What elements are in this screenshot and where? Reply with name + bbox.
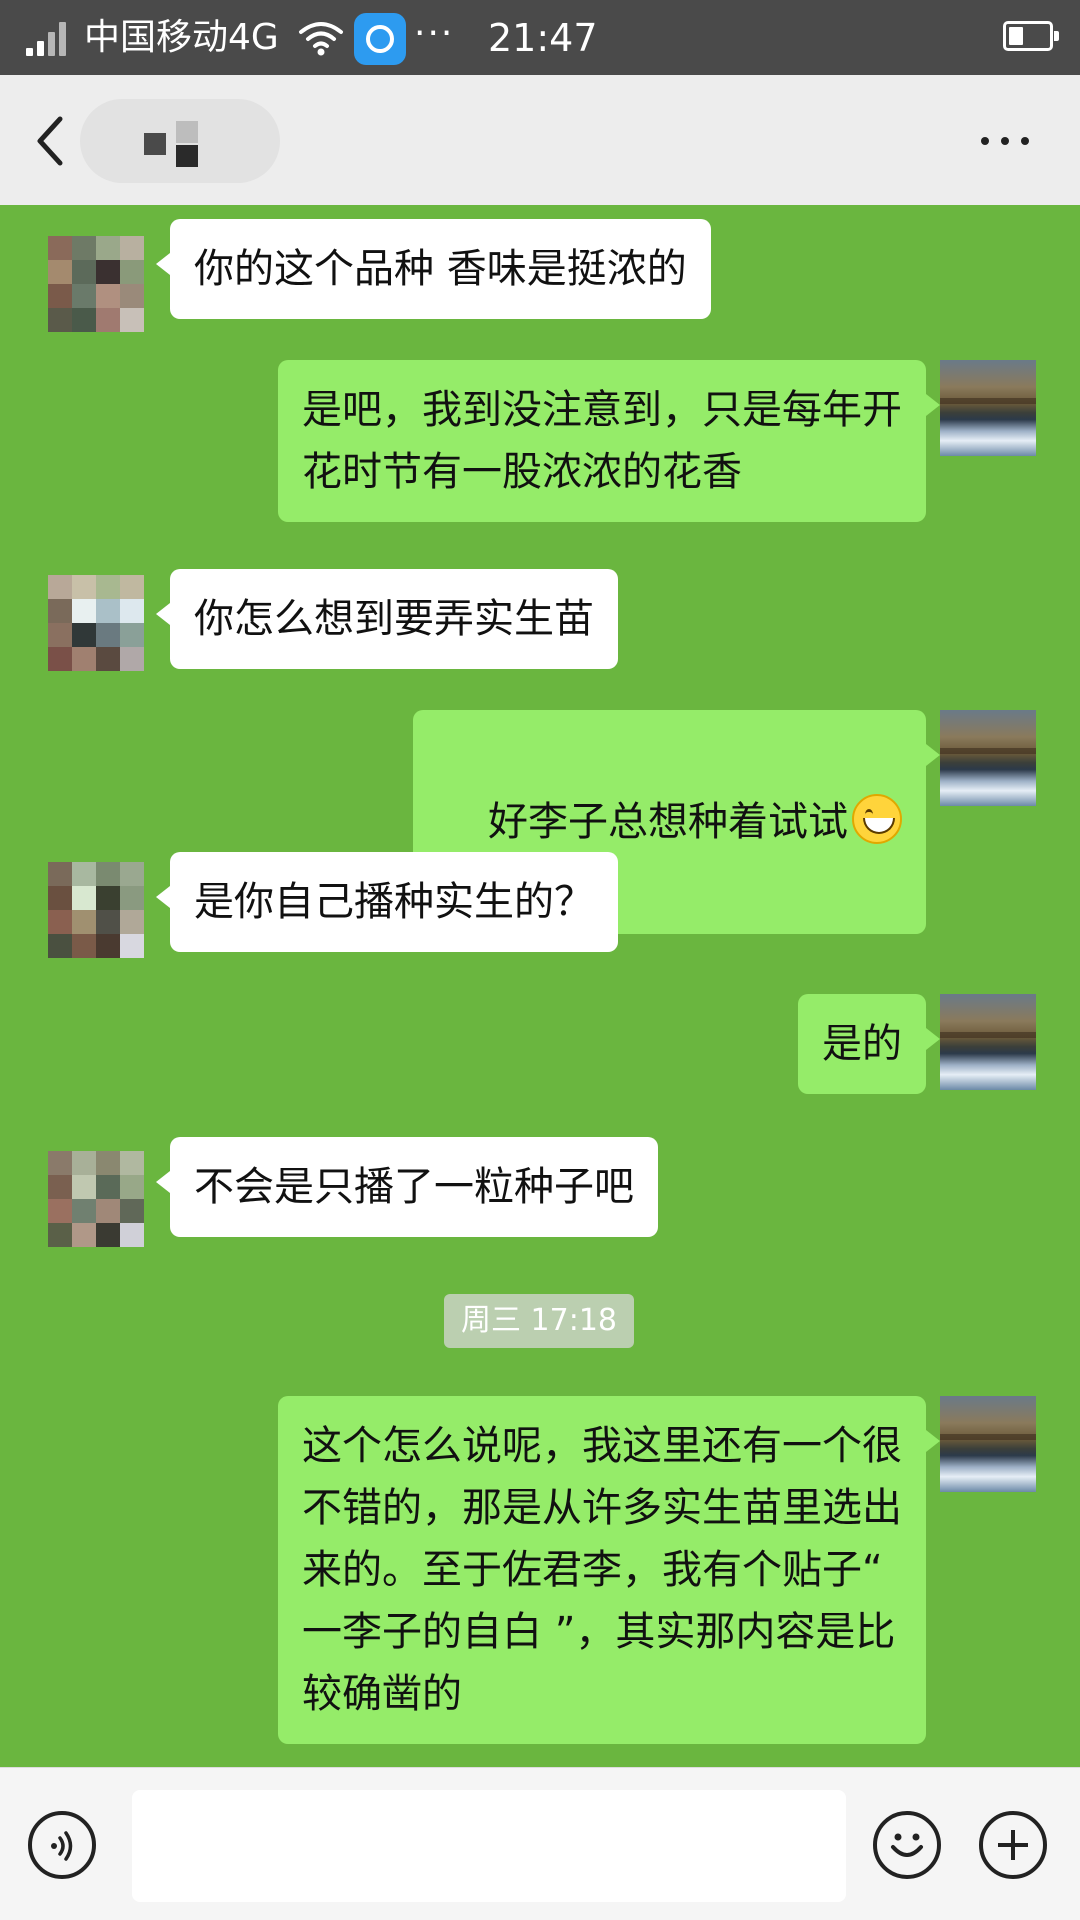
carrier-label: 中国移动4G xyxy=(84,17,279,58)
message-bubble-received[interactable]: 你的这个品种 香味是挺浓的 xyxy=(156,219,711,319)
battery-icon xyxy=(1003,21,1059,51)
my-avatar[interactable] xyxy=(940,360,1036,456)
contact-avatar[interactable] xyxy=(48,236,144,332)
message-bubble-sent[interactable]: 这个怎么说呢，我这里还有一个很 不错的，那是从许多实生苗里选出 来的。至于佐君李… xyxy=(278,1396,940,1744)
wifi-icon xyxy=(299,22,343,56)
message-bubble-sent[interactable]: 是的 xyxy=(798,994,940,1094)
emoji-icon[interactable] xyxy=(873,1811,941,1879)
chevron-left-icon[interactable] xyxy=(28,113,78,169)
message-bubble-received[interactable]: 你怎么想到要弄实生苗 xyxy=(156,569,618,669)
contact-avatar[interactable] xyxy=(48,1151,144,1247)
more-notifications-indicator: ··· xyxy=(414,13,455,54)
my-avatar[interactable] xyxy=(940,994,1036,1090)
contact-name-blurred xyxy=(80,99,280,183)
contact-avatar[interactable] xyxy=(48,575,144,671)
grinning-face-emoji xyxy=(852,794,902,844)
contact-avatar[interactable] xyxy=(48,862,144,958)
app-notification-icon xyxy=(354,13,406,65)
input-bar xyxy=(0,1767,1080,1920)
plus-icon[interactable] xyxy=(979,1811,1047,1879)
voice-icon[interactable] xyxy=(28,1811,96,1879)
status-bar: 中国移动4G ··· 21:47 xyxy=(0,0,1080,75)
my-avatar[interactable] xyxy=(940,710,1036,806)
message-text: 好李子总想种着试试 xyxy=(488,799,848,845)
message-bubble-received[interactable]: 不会是只播了一粒种子吧 xyxy=(156,1137,658,1237)
my-avatar[interactable] xyxy=(940,1396,1036,1492)
signal-icon xyxy=(26,20,76,56)
message-bubble-received[interactable]: 是你自己播种实生的？ xyxy=(156,852,618,952)
message-bubble-sent[interactable]: 是吧，我到没注意到，只是每年开 花时节有一股浓浓的花香 xyxy=(278,360,940,522)
message-input[interactable] xyxy=(132,1790,846,1902)
clock: 21:47 xyxy=(488,16,598,60)
more-horizontal-icon[interactable] xyxy=(975,127,1035,155)
message-list[interactable]: 你的这个品种 香味是挺浓的 是吧，我到没注意到，只是每年开 花时节有一股浓浓的花… xyxy=(0,205,1080,1767)
chat-header xyxy=(0,75,1080,205)
message-timestamp: 周三 17:18 xyxy=(444,1294,634,1348)
